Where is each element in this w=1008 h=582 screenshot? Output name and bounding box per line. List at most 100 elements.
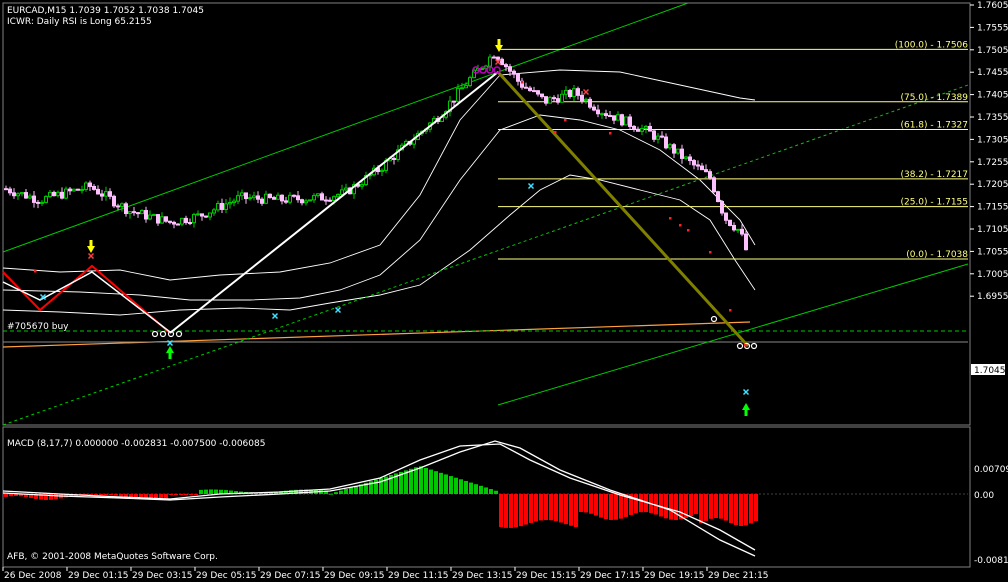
- candle-body: [216, 202, 220, 211]
- symbol-line: EURCAD,M15 1.7039 1.7052 1.7038 1.7045: [7, 6, 204, 16]
- macd-bar: [339, 490, 343, 494]
- x-tick-label: 29 Dec 13:15: [452, 571, 513, 581]
- macd-bar: [94, 494, 98, 495]
- macd-bar: [704, 494, 708, 521]
- candle-body: [736, 228, 740, 231]
- candle-body: [328, 199, 332, 202]
- candle-body: [708, 171, 712, 179]
- x-tick-label: 29 Dec 21:15: [708, 571, 769, 581]
- macd-bar: [9, 494, 13, 497]
- candle-body: [336, 193, 340, 198]
- macd-bar: [464, 480, 468, 494]
- signal-dot: [554, 131, 557, 134]
- candle-body: [524, 86, 528, 89]
- macd-bar: [564, 494, 568, 525]
- channel-upper: [2, 2, 689, 253]
- candle-body: [208, 212, 212, 218]
- macd-bar: [344, 489, 348, 494]
- candle-body: [556, 98, 560, 103]
- candle-body: [632, 125, 636, 130]
- candle-body: [680, 148, 684, 159]
- signal-dot: [609, 132, 612, 135]
- candle-body: [60, 191, 64, 199]
- signal-dot: [669, 217, 672, 220]
- y-tick-label: 1.7405: [977, 91, 1008, 101]
- candle-body: [308, 199, 312, 202]
- macd-bar: [474, 484, 478, 494]
- candle-body: [152, 214, 156, 217]
- candle-body: [488, 56, 492, 67]
- candle-body: [492, 56, 496, 59]
- candle-body: [264, 193, 268, 204]
- macd-bar: [104, 494, 108, 495]
- y-tick-label: 1.7555: [977, 23, 1008, 33]
- low-circle: [710, 315, 718, 323]
- macd-bar: [424, 467, 428, 494]
- x-tick-label: 29 Dec 05:15: [196, 571, 257, 581]
- macd-bar: [579, 494, 583, 513]
- candle-body: [608, 115, 612, 118]
- candle-body: [100, 193, 104, 197]
- candle-body: [76, 188, 80, 191]
- macd-bar: [594, 494, 598, 516]
- candle-body: [296, 195, 300, 201]
- candle-body: [648, 125, 652, 132]
- candle-body: [580, 94, 584, 102]
- macd-bar: [444, 474, 448, 494]
- candle-body: [468, 77, 472, 87]
- candle-body: [184, 217, 188, 224]
- candle-body: [644, 125, 648, 129]
- macd-bar: [489, 489, 493, 494]
- macd-bar: [659, 494, 663, 517]
- chart-canvas[interactable]: (100.0) - 1.7506 (75.0) - 1.7389 (61.8) - …: [0, 0, 1008, 582]
- macd-bar: [554, 494, 558, 522]
- candle-body: [56, 191, 60, 197]
- macd-bar: [409, 468, 413, 494]
- candle-body: [156, 214, 160, 224]
- macd-bar: [669, 494, 673, 520]
- macd-bar: [754, 494, 758, 522]
- macd-bar: [614, 494, 618, 520]
- candle-body: [688, 156, 692, 162]
- candle-body: [172, 221, 176, 225]
- candle-body: [652, 130, 656, 140]
- candle-body: [612, 115, 616, 121]
- copyright-text: AFB, © 2001-2008 MetaQuotes Software Cor…: [7, 552, 218, 562]
- low-circle: [159, 330, 167, 338]
- candle-body: [560, 93, 564, 103]
- candle-body: [456, 87, 460, 102]
- candle-body: [540, 93, 544, 98]
- candle-body: [112, 195, 116, 207]
- macd-bar: [204, 489, 208, 494]
- candle-body: [596, 109, 600, 115]
- candle-body: [212, 209, 216, 214]
- candle-body: [128, 211, 132, 214]
- macd-bar: [744, 494, 748, 526]
- candle-body: [252, 195, 256, 199]
- x-tick-label: 29 Dec 01:15: [68, 571, 129, 581]
- signal-dot: [34, 270, 37, 273]
- candle-body: [536, 90, 540, 95]
- macd-bar: [609, 494, 613, 520]
- macd-bar: [539, 494, 543, 521]
- signal-dot: [687, 229, 690, 232]
- candle-body: [8, 188, 12, 194]
- zigzag-down: [496, 70, 750, 348]
- y-tick-label: 1.6955: [977, 292, 1008, 302]
- candle-body: [248, 197, 252, 200]
- bollinger-bands: [2, 69, 756, 316]
- candle-body: [36, 201, 40, 204]
- candle-body: [180, 217, 184, 225]
- candle-body: [624, 116, 628, 126]
- fib-label: (61.8) - 1.7327: [900, 121, 968, 131]
- candle-body: [48, 191, 52, 198]
- x-tick-label: 29 Dec 09:15: [324, 571, 385, 581]
- macd-bar: [189, 494, 193, 495]
- candle-body: [452, 100, 456, 103]
- chart-window[interactable]: (100.0) - 1.7506 (75.0) - 1.7389 (61.8) - …: [0, 0, 1008, 582]
- x-tick-label: 26 Dec 2008: [4, 571, 62, 581]
- candle-body: [660, 135, 664, 138]
- macd-bar: [484, 487, 488, 494]
- candle-body: [380, 169, 384, 173]
- current-price-label: 1.7045: [974, 366, 1006, 376]
